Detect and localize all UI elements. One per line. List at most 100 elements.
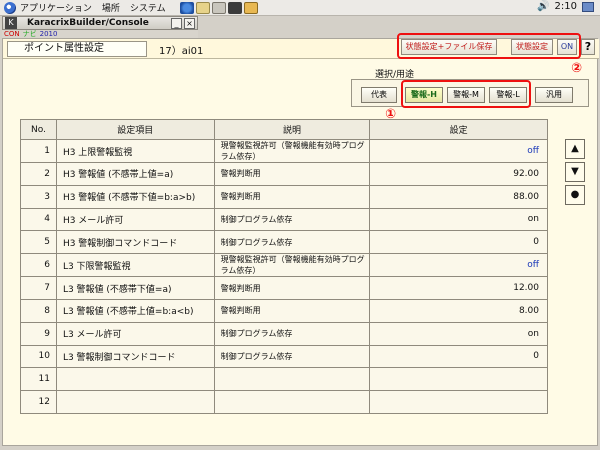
editor-launcher-icon[interactable] [211,1,226,14]
setting-description [213,367,371,392]
setting-description: 現警報監視許可（警報機能有効時プログラム依存） [213,139,371,163]
scroll-reset-button[interactable]: ● [565,185,585,205]
setting-item: H3 警報値 (不感帯下値=b:a>b) [55,184,215,209]
setting-value[interactable] [369,367,548,392]
table-body: 1 H3 上限警報監視 現警報監視許可（警報機能有効時プログラム依存） off 2 H3 … [20,139,548,414]
setting-item: L3 下限警報監視 [55,253,215,278]
scroll-up-button[interactable]: ▲ [565,139,585,159]
setting-value[interactable]: 8.00 [369,298,548,323]
table-header-row: No. 設定項目 説明 設定 [20,119,548,140]
save-state-file-button[interactable]: 状態設定+ファイル保存 [401,39,497,55]
toolbar-item-con[interactable]: CON [4,30,20,38]
help-button[interactable]: ? [581,39,595,55]
row-number: 1 [20,139,57,163]
setting-item: L3 メール許可 [55,321,215,346]
system-tray: 🔊 2:10 [537,1,594,12]
on-button[interactable]: ON [557,39,577,55]
table-row[interactable]: 5 H3 警報制御コマンドコード 制御プログラム依存 0 [20,230,548,255]
setting-value[interactable]: off [369,139,548,163]
table-row[interactable]: 12 [20,390,548,414]
row-number: 3 [20,184,57,209]
point-id: 17）ai01 [159,46,204,57]
setting-description: 制御プログラム依存 [213,344,371,369]
setting-description: 制御プログラム依存 [213,230,371,255]
launcher-tray [179,1,258,14]
close-button[interactable]: × [184,17,195,29]
minimize-button[interactable]: _ [171,17,182,29]
setting-value[interactable]: 92.00 [369,162,548,186]
table-row[interactable]: 4 H3 メール許可 制御プログラム依存 on [20,207,548,232]
table-row[interactable]: 9 L3 メール許可 制御プログラム依存 on [20,321,548,346]
toolbar-item-2010[interactable]: 2010 [40,30,58,38]
setting-item: H3 警報値 (不感帯上値=a) [55,162,215,186]
row-number: 9 [20,321,57,346]
usage-button-general[interactable]: 汎用 [535,87,573,103]
table-row[interactable]: 10 L3 警報制御コマンドコード 制御プログラム依存 0 [20,344,548,369]
setting-description: 現警報監視許可（警報機能有効時プログラム依存） [213,253,371,278]
row-number: 4 [20,207,57,232]
terminal-launcher-icon[interactable] [227,1,242,14]
column-header-description: 説明 [213,119,371,140]
table-row[interactable]: 11 [20,367,548,392]
point-attribute-title: ポイント属性設定 [7,41,147,57]
setting-description: 警報判断用 [213,298,371,323]
browser-launcher-icon[interactable] [179,1,194,14]
network-icon[interactable] [582,1,594,12]
scroll-controls: ▲ ▼ ● [565,139,585,205]
setting-description: 制御プログラム依存 [213,321,371,346]
point-attribute-panel: ポイント属性設定 17）ai01 状態設定+ファイル保存 状態設定 ON ? ②… [2,33,599,446]
table-row[interactable]: 2 H3 警報値 (不感帯上値=a) 警報判断用 92.00 [20,162,548,186]
setting-description: 警報判断用 [213,162,371,186]
column-header-setting: 設定 [369,119,548,140]
row-number: 12 [20,390,57,414]
toolbar-item-navi[interactable]: ナビ [23,30,37,38]
setting-item: L3 警報値 (不感帯上値=b:a<b) [55,298,215,323]
usage-button-alarm-h[interactable]: 警報-H [405,87,443,103]
setting-value[interactable]: 88.00 [369,184,548,209]
table-row[interactable]: 6 L3 下限警報監視 現警報監視許可（警報機能有効時プログラム依存） off [20,253,548,278]
setting-value[interactable]: 0 [369,344,548,369]
scroll-down-button[interactable]: ▼ [565,162,585,182]
setting-item: L3 警報値 (不感帯下値=a) [55,276,215,300]
setting-item: L3 警報制御コマンドコード [55,344,215,369]
setting-value[interactable]: on [369,207,548,232]
row-number: 10 [20,344,57,369]
setting-value[interactable]: 12.00 [369,276,548,300]
menu-applications[interactable]: アプリケーション [20,1,92,14]
app-window-icon[interactable]: K [5,17,17,29]
setting-value[interactable]: on [369,321,548,346]
menu-system[interactable]: システム [130,1,166,14]
setting-item: H3 警報制御コマンドコード [55,230,215,255]
setting-value[interactable]: off [369,253,548,278]
volume-icon[interactable]: 🔊 [537,1,549,12]
table-row[interactable]: 3 H3 警報値 (不感帯下値=b:a>b) 警報判断用 88.00 [20,184,548,209]
window-title: KaracrixBuilder/Console [27,18,149,28]
table-row[interactable]: 7 L3 警報値 (不感帯下値=a) 警報判断用 12.00 [20,276,548,300]
table-row[interactable]: 1 H3 上限警報監視 現警報監視許可（警報機能有効時プログラム依存） off [20,139,548,163]
setting-value[interactable]: 0 [369,230,548,255]
setting-description [213,390,371,414]
usage-button-alarm-l[interactable]: 警報-L [489,87,527,103]
files-launcher-icon[interactable] [243,1,258,14]
row-number: 5 [20,230,57,255]
usage-button-alarm-m[interactable]: 警報-M [447,87,485,103]
mail-launcher-icon[interactable] [195,1,210,14]
clock[interactable]: 2:10 [555,1,577,12]
row-number: 11 [20,367,57,392]
table-row[interactable]: 8 L3 警報値 (不感帯上値=b:a<b) 警報判断用 8.00 [20,298,548,323]
setting-item: H3 メール許可 [55,207,215,232]
setting-description: 警報判断用 [213,184,371,209]
usage-button-representative[interactable]: 代表 [361,87,397,103]
menu-places[interactable]: 場所 [102,1,120,14]
window-titlebar[interactable]: K KaracrixBuilder/Console _ × [2,16,198,30]
app-toolbar: CON ナビ 2010 [2,30,198,38]
row-number: 7 [20,276,57,300]
setting-description: 警報判断用 [213,276,371,300]
os-logo-icon[interactable] [4,1,16,14]
save-state-button[interactable]: 状態設定 [511,39,553,55]
row-number: 6 [20,253,57,278]
column-header-item: 設定項目 [55,119,215,140]
settings-table: No. 設定項目 説明 設定 1 H3 上限警報監視 現警報監視許可（警報機能有効時… [20,119,548,414]
row-number: 8 [20,298,57,323]
setting-value[interactable] [369,390,548,414]
